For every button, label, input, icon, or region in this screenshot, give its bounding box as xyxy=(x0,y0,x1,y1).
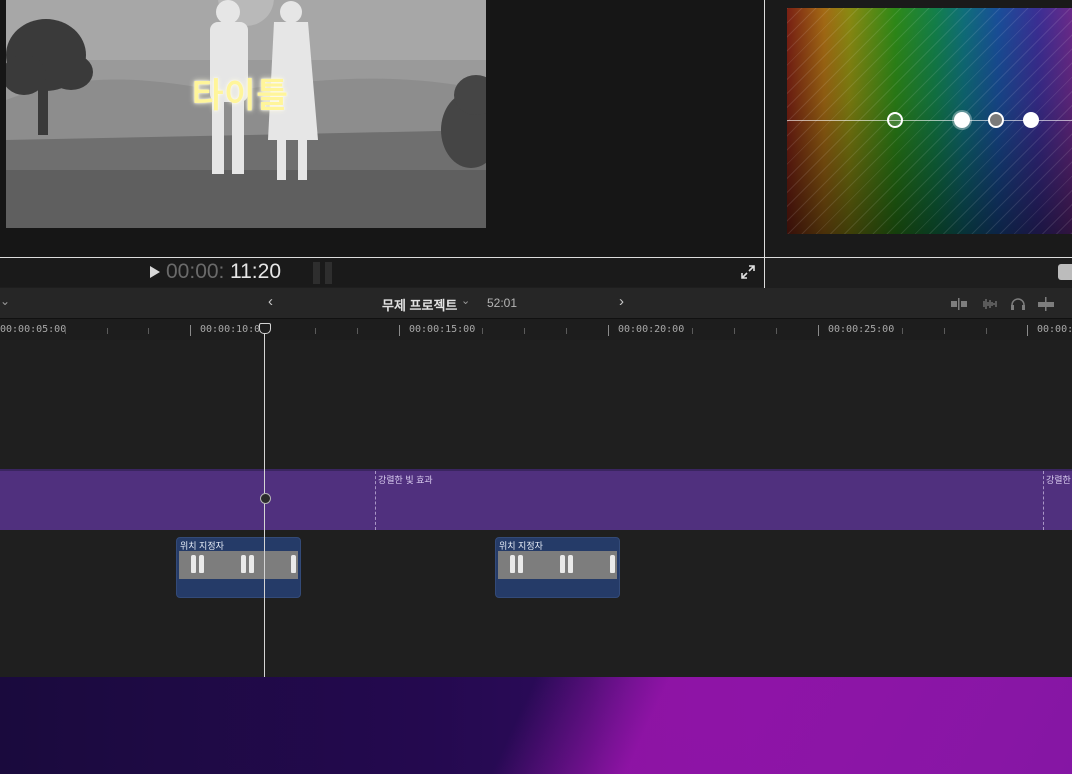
thumb-figure xyxy=(610,555,615,573)
inspector-button[interactable] xyxy=(1058,264,1072,280)
ruler-tick xyxy=(107,328,108,334)
timeline-header: ⌄ ‹ 무제 프로젝트 ⌄ 52:01 › xyxy=(0,288,1072,319)
playhead-handle[interactable] xyxy=(259,323,271,334)
thumb-figure xyxy=(291,555,296,573)
thumb-figure xyxy=(568,555,573,573)
ruler-tick xyxy=(566,328,567,334)
ruler-label: 00:00:05:00 xyxy=(0,324,67,335)
thumb-figure xyxy=(199,555,204,573)
snapping-icon[interactable] xyxy=(1037,297,1055,311)
ruler-tick xyxy=(902,328,903,334)
timecode-leading: 00:00: xyxy=(166,260,225,283)
ruler-tick xyxy=(482,328,483,334)
ruler-tick xyxy=(190,325,191,336)
ruler-tick xyxy=(148,328,149,334)
highlights-puck[interactable] xyxy=(1023,112,1039,128)
clip-appearance-icon[interactable] xyxy=(950,297,968,311)
ruler-label: 00:00:3 xyxy=(1037,324,1072,335)
shadows-puck[interactable] xyxy=(954,112,970,128)
audio-waveform-icon[interactable] xyxy=(980,297,998,311)
title-overlay-text[interactable]: 타이틀 xyxy=(192,68,289,117)
thumb-figure xyxy=(241,555,246,573)
ruler-tick xyxy=(818,325,819,336)
chevron-left-icon[interactable]: ‹ xyxy=(268,293,273,310)
ruler-tick xyxy=(692,328,693,334)
play-icon[interactable] xyxy=(150,266,160,278)
thumb-figure xyxy=(510,555,515,573)
ruler-label: 00:00:10:00 xyxy=(200,324,267,335)
project-menu-chevron-icon[interactable]: ⌄ xyxy=(461,294,470,307)
effect-label: 강렬한 xyxy=(1046,475,1071,485)
desktop-wallpaper xyxy=(0,677,1072,774)
project-duration: 52:01 xyxy=(487,296,518,310)
ruler-tick xyxy=(944,328,945,334)
ruler-tick xyxy=(986,328,987,334)
ruler-label: 00:00:20:00 xyxy=(618,324,685,335)
effect-boundary xyxy=(1043,471,1044,530)
thumb-figure xyxy=(518,555,523,573)
project-name[interactable]: 무제 프로젝트 xyxy=(382,295,457,314)
ruler-tick xyxy=(315,328,316,334)
ruler-tick xyxy=(776,328,777,334)
ruler-tick xyxy=(608,325,609,336)
clip-filmstrip xyxy=(498,551,617,579)
timecode-current: 11:20 xyxy=(230,260,281,283)
audio-meter-right xyxy=(325,262,332,284)
viewer-panel: 타이틀 xyxy=(0,0,764,257)
chevron-down-icon[interactable]: ⌄ xyxy=(0,294,10,308)
transport-bar: 00:00: 11:20 xyxy=(0,258,764,287)
midtones-puck[interactable] xyxy=(988,112,1004,128)
effect-boundary xyxy=(375,471,376,530)
chevron-right-icon[interactable]: › xyxy=(619,293,624,310)
ruler-tick xyxy=(65,328,66,334)
thumb-figure xyxy=(249,555,254,573)
fullscreen-icon[interactable] xyxy=(740,264,756,280)
keyframe-marker[interactable] xyxy=(260,493,271,504)
audio-meter-left xyxy=(313,262,320,284)
timeline-clip-placeholder[interactable]: 위치 지정자 xyxy=(495,537,620,598)
headphones-icon[interactable] xyxy=(1009,297,1027,311)
ruler-label: 00:00:15:00 xyxy=(409,324,476,335)
effect-clip-bar[interactable]: 강렬한 빛 효과 강렬한 xyxy=(0,469,1072,530)
ruler-tick xyxy=(524,328,525,334)
ruler-tick xyxy=(734,328,735,334)
thumb-figure xyxy=(191,555,196,573)
timeline-clip-placeholder[interactable]: 위치 지정자 xyxy=(176,537,301,598)
thumb-figure xyxy=(560,555,565,573)
effect-label: 강렬한 빛 효과 xyxy=(378,475,433,485)
clip-filmstrip xyxy=(179,551,298,579)
panel-divider xyxy=(764,0,765,288)
ruler-tick xyxy=(1027,325,1028,336)
timeline-ruler[interactable]: 00:00:05:00 00:00:10:00 00:00:15:00 00:0… xyxy=(0,319,1072,340)
ruler-label: 00:00:25:00 xyxy=(828,324,895,335)
ruler-tick xyxy=(399,325,400,336)
global-puck[interactable] xyxy=(887,112,903,128)
ruler-tick xyxy=(357,328,358,334)
